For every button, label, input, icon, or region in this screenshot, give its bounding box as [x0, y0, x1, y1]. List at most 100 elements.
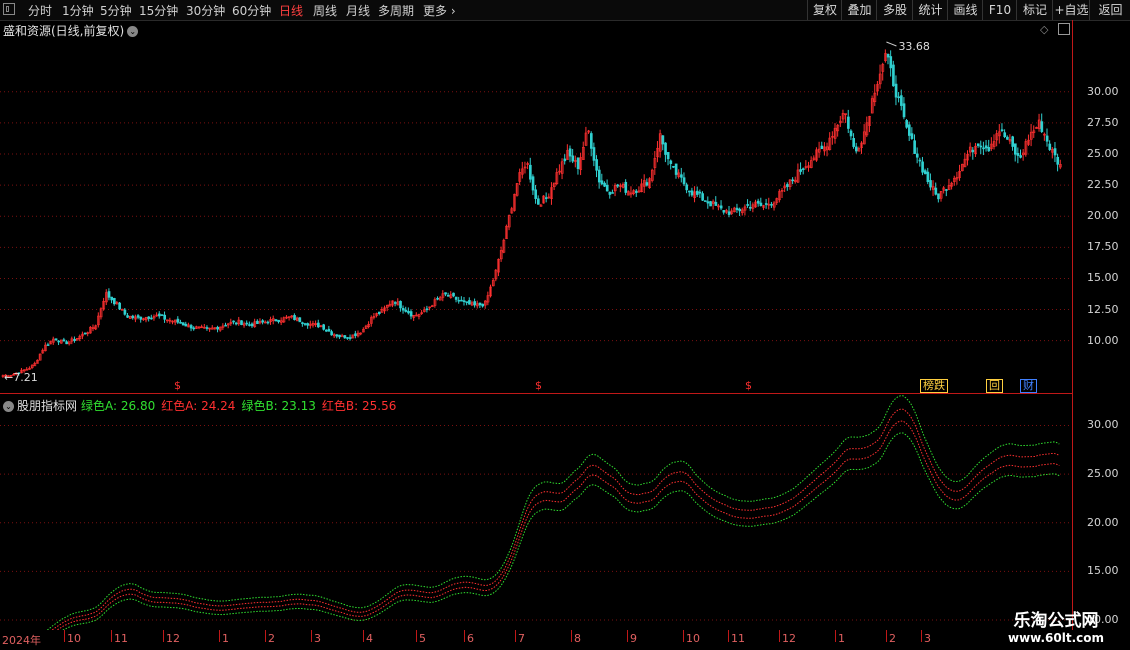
- candle-body: [727, 211, 731, 215]
- date-tick-mark: [416, 630, 417, 642]
- candle-body: [425, 308, 429, 311]
- indicator-value: 绿色A: 26.80: [81, 399, 156, 413]
- candle-body: [905, 120, 909, 128]
- candle-body: [529, 164, 532, 180]
- candle-body: [465, 301, 469, 303]
- candle-body: [536, 198, 540, 205]
- candle-body: [110, 296, 114, 301]
- candle-body: [852, 138, 856, 147]
- candle-body: [910, 133, 914, 139]
- candle-body: [624, 181, 628, 193]
- candle-body: [714, 201, 718, 206]
- candle-body: [113, 298, 116, 305]
- candle-body: [746, 204, 750, 206]
- candle-body: [605, 184, 609, 192]
- candle-body: [900, 95, 903, 106]
- candle-body: [460, 299, 463, 302]
- low-label: ←7.21: [4, 371, 38, 384]
- candle-body: [568, 148, 572, 157]
- date-tick-mark: [886, 630, 887, 642]
- signal-marker[interactable]: 回: [986, 379, 1003, 393]
- indicator-value: 绿色B: 23.13: [241, 399, 316, 413]
- candle-body: [346, 337, 349, 339]
- candle-body: [404, 309, 408, 312]
- candle-body: [457, 299, 461, 302]
- signal-marker[interactable]: 财: [1020, 379, 1037, 393]
- signal-marker[interactable]: 榜跌: [920, 379, 948, 393]
- candle-body: [452, 292, 455, 297]
- candle-body: [436, 297, 439, 300]
- candle-body: [937, 193, 940, 200]
- candle-body: [688, 190, 691, 193]
- candle-body: [987, 147, 991, 152]
- candle-body: [674, 163, 678, 175]
- candle-body: [748, 207, 752, 209]
- candle-body: [672, 165, 675, 168]
- candle-body: [150, 317, 153, 320]
- candle-body: [703, 200, 707, 202]
- candle-body: [756, 200, 760, 204]
- candle-body: [886, 53, 890, 58]
- candle-body: [685, 184, 689, 191]
- candle-body: [892, 64, 895, 87]
- price-tick: 15.00: [1087, 271, 1119, 285]
- candle-body: [576, 157, 580, 169]
- candle-body: [722, 210, 726, 213]
- candle-body: [680, 174, 683, 178]
- toolbar-button-8[interactable]: 返回: [1089, 0, 1130, 20]
- candle-body: [139, 316, 143, 320]
- indicator-tick: 15.00: [1087, 564, 1119, 578]
- price-tick: 10.00: [1087, 333, 1119, 347]
- candle-body: [107, 291, 111, 298]
- candle-body: [401, 307, 405, 311]
- price-tick: 20.00: [1087, 209, 1119, 223]
- candle-body: [163, 314, 166, 320]
- candle-body: [921, 161, 924, 173]
- candle-body: [1048, 143, 1052, 150]
- candle-body: [571, 155, 575, 162]
- candle-body: [690, 190, 694, 196]
- candle-body: [669, 160, 673, 164]
- candle-body: [616, 184, 620, 187]
- candle-body: [409, 311, 413, 317]
- candle-body: [277, 319, 280, 323]
- candle-body: [234, 322, 238, 325]
- candle-body: [216, 326, 219, 330]
- signal-marker[interactable]: $: [533, 379, 544, 392]
- candle-body: [462, 300, 466, 302]
- candle-body: [984, 145, 988, 149]
- kline-chart[interactable]: 33.68 ←7.21: [0, 0, 1072, 630]
- date-tick: 2: [268, 632, 275, 645]
- date-tick: 12: [782, 632, 796, 645]
- candle-body: [158, 313, 161, 317]
- signal-marker[interactable]: $: [172, 379, 183, 392]
- candle-body: [1000, 129, 1004, 132]
- candle-body: [481, 303, 484, 307]
- candle-body: [786, 184, 789, 187]
- candle-body: [192, 327, 196, 330]
- indicator-band: [56, 420, 1060, 630]
- chevron-down-icon[interactable]: ⌄: [3, 401, 14, 412]
- candle-body: [317, 322, 320, 328]
- candle-body: [407, 310, 410, 314]
- candle-body: [849, 130, 853, 137]
- candle-body: [902, 103, 906, 118]
- candle-body: [327, 328, 331, 332]
- date-tick: 12: [166, 632, 180, 645]
- candle-body: [274, 319, 278, 322]
- candle-body: [478, 302, 482, 306]
- candle-body: [820, 145, 824, 150]
- signal-marker[interactable]: $: [743, 379, 754, 392]
- candle-body: [1056, 156, 1060, 165]
- candle-body: [338, 334, 341, 338]
- indicator-band: [46, 395, 1060, 630]
- candle-body: [340, 335, 344, 338]
- candle-body: [695, 190, 699, 195]
- high-pointer: [886, 41, 897, 47]
- date-tick-mark: [265, 630, 266, 642]
- candle-body: [1011, 136, 1015, 147]
- candle-body: [563, 158, 567, 162]
- price-axis-line: [1072, 20, 1073, 630]
- candle-body: [250, 323, 254, 327]
- watermark-title: 乐淘公式网: [1013, 611, 1099, 631]
